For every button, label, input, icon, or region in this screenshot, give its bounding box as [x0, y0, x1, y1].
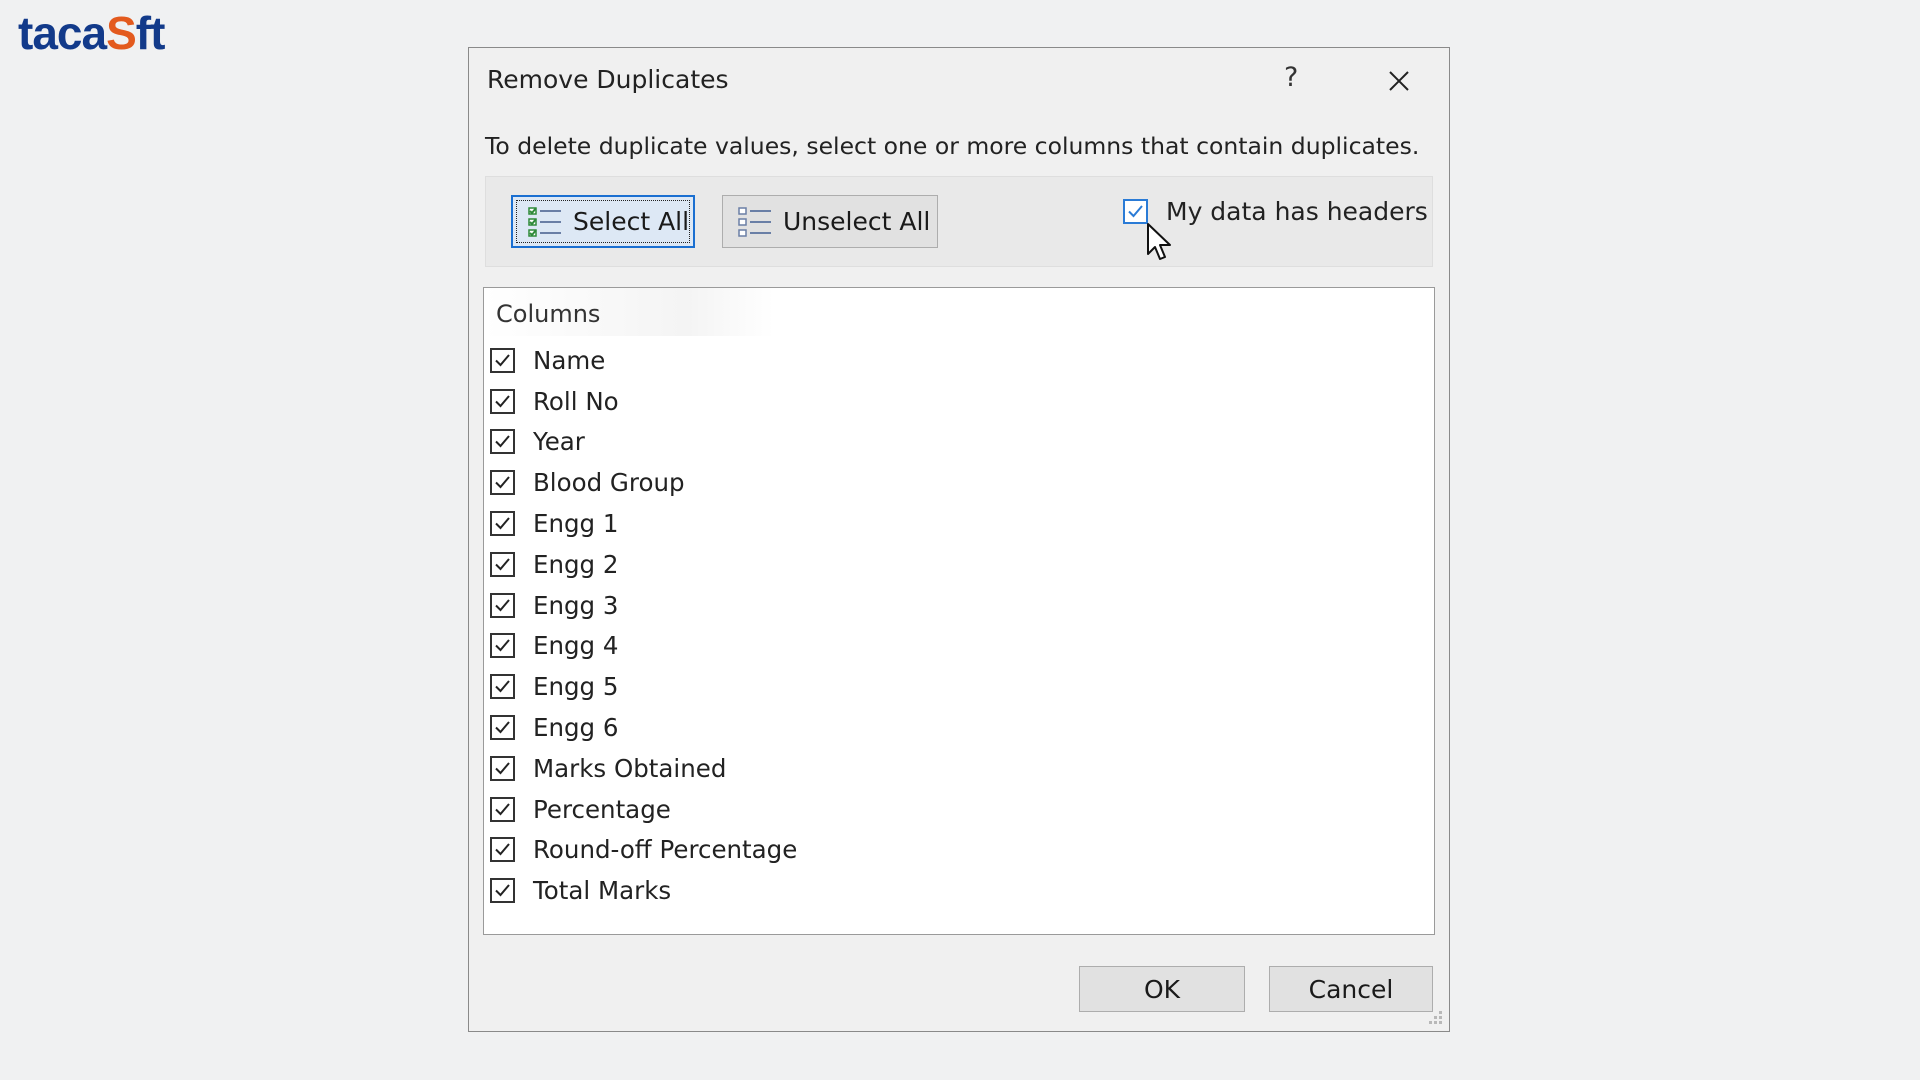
checkmark-icon: [495, 680, 510, 693]
column-checkbox[interactable]: [490, 715, 515, 741]
column-label: Name: [533, 345, 606, 375]
checkmark-icon: [495, 843, 510, 856]
column-checkbox[interactable]: [490, 592, 515, 618]
tacasoft-logo: tacaSft: [18, 7, 165, 59]
column-checkbox[interactable]: [490, 470, 515, 496]
column-item-percentage[interactable]: Percentage: [490, 789, 797, 830]
columns-list: Name Roll No Year Blood Group Engg 1 Eng…: [490, 340, 797, 911]
column-item-year[interactable]: Year: [490, 422, 797, 463]
resize-grip-icon[interactable]: [1427, 1009, 1443, 1025]
checkmark-icon: [495, 721, 510, 734]
column-label: Engg 1: [533, 509, 619, 539]
checkmark-icon: [495, 435, 510, 448]
column-checkbox[interactable]: [490, 674, 515, 700]
column-item-engg-6[interactable]: Engg 6: [490, 707, 797, 748]
column-label: Year: [533, 427, 585, 457]
column-item-engg-3[interactable]: Engg 3: [490, 585, 797, 626]
dialog-title: Remove Duplicates: [487, 65, 729, 94]
close-icon: [1389, 71, 1409, 91]
column-checkbox[interactable]: [490, 796, 515, 822]
column-label: Engg 6: [533, 713, 619, 743]
column-item-total-marks[interactable]: Total Marks: [490, 870, 797, 911]
column-checkbox[interactable]: [490, 878, 515, 904]
headers-checkbox-box[interactable]: [1123, 199, 1148, 224]
column-checkbox[interactable]: [490, 388, 515, 414]
checkmark-icon: [495, 639, 510, 652]
column-label: Total Marks: [533, 876, 672, 906]
select-all-button[interactable]: Select All: [511, 195, 695, 248]
checkmark-icon: [495, 884, 510, 897]
checkmark-icon: [495, 762, 510, 775]
column-item-engg-4[interactable]: Engg 4: [490, 626, 797, 667]
column-item-blood-group[interactable]: Blood Group: [490, 462, 797, 503]
column-checkbox[interactable]: [490, 551, 515, 577]
checkmark-icon: [495, 517, 510, 530]
headers-checkbox-label: My data has headers: [1166, 197, 1428, 226]
columns-header: Columns: [496, 300, 601, 328]
column-item-name[interactable]: Name: [490, 340, 797, 381]
checkmark-icon: [495, 354, 510, 367]
column-checkbox[interactable]: [490, 347, 515, 373]
column-checkbox[interactable]: [490, 837, 515, 863]
checkmark-icon: [495, 395, 510, 408]
checkmark-icon: [495, 476, 510, 489]
remove-duplicates-dialog: Remove Duplicates ? To delete duplicate …: [468, 47, 1450, 1032]
unselect-all-icon: [738, 206, 771, 237]
columns-listbox[interactable]: Columns Name Roll No Year Blood Group En…: [483, 287, 1435, 935]
column-item-engg-2[interactable]: Engg 2: [490, 544, 797, 585]
help-button[interactable]: ?: [1284, 62, 1298, 93]
selection-toolbar: Select All Unselect All My data has head…: [485, 176, 1433, 267]
unselect-all-label: Unselect All: [783, 207, 931, 236]
column-item-engg-1[interactable]: Engg 1: [490, 503, 797, 544]
column-label: Engg 2: [533, 549, 619, 579]
close-button[interactable]: [1379, 61, 1419, 101]
column-item-round-off-percentage[interactable]: Round-off Percentage: [490, 830, 797, 871]
checkmark-icon: [495, 599, 510, 612]
mouse-cursor-icon: [1147, 223, 1171, 260]
column-checkbox[interactable]: [490, 429, 515, 455]
instruction-text: To delete duplicate values, select one o…: [485, 132, 1420, 160]
column-label: Round-off Percentage: [533, 835, 798, 865]
cancel-button[interactable]: Cancel: [1269, 966, 1433, 1012]
column-label: Blood Group: [533, 468, 685, 498]
column-checkbox[interactable]: [490, 633, 515, 659]
select-all-label: Select All: [573, 207, 690, 236]
column-item-marks-obtained[interactable]: Marks Obtained: [490, 748, 797, 789]
column-checkbox[interactable]: [490, 755, 515, 781]
column-label: Engg 5: [533, 672, 619, 702]
checkmark-icon: [495, 558, 510, 571]
column-label: Percentage: [533, 794, 671, 824]
column-item-engg-5[interactable]: Engg 5: [490, 666, 797, 707]
unselect-all-button[interactable]: Unselect All: [722, 195, 938, 248]
checkmark-icon: [1128, 205, 1143, 218]
column-label: Roll No: [533, 386, 619, 416]
column-label: Marks Obtained: [533, 753, 727, 783]
column-item-roll-no[interactable]: Roll No: [490, 381, 797, 422]
column-label: Engg 3: [533, 590, 619, 620]
checkmark-icon: [495, 803, 510, 816]
ok-button[interactable]: OK: [1079, 966, 1245, 1012]
column-label: Engg 4: [533, 631, 619, 661]
column-checkbox[interactable]: [490, 511, 515, 537]
